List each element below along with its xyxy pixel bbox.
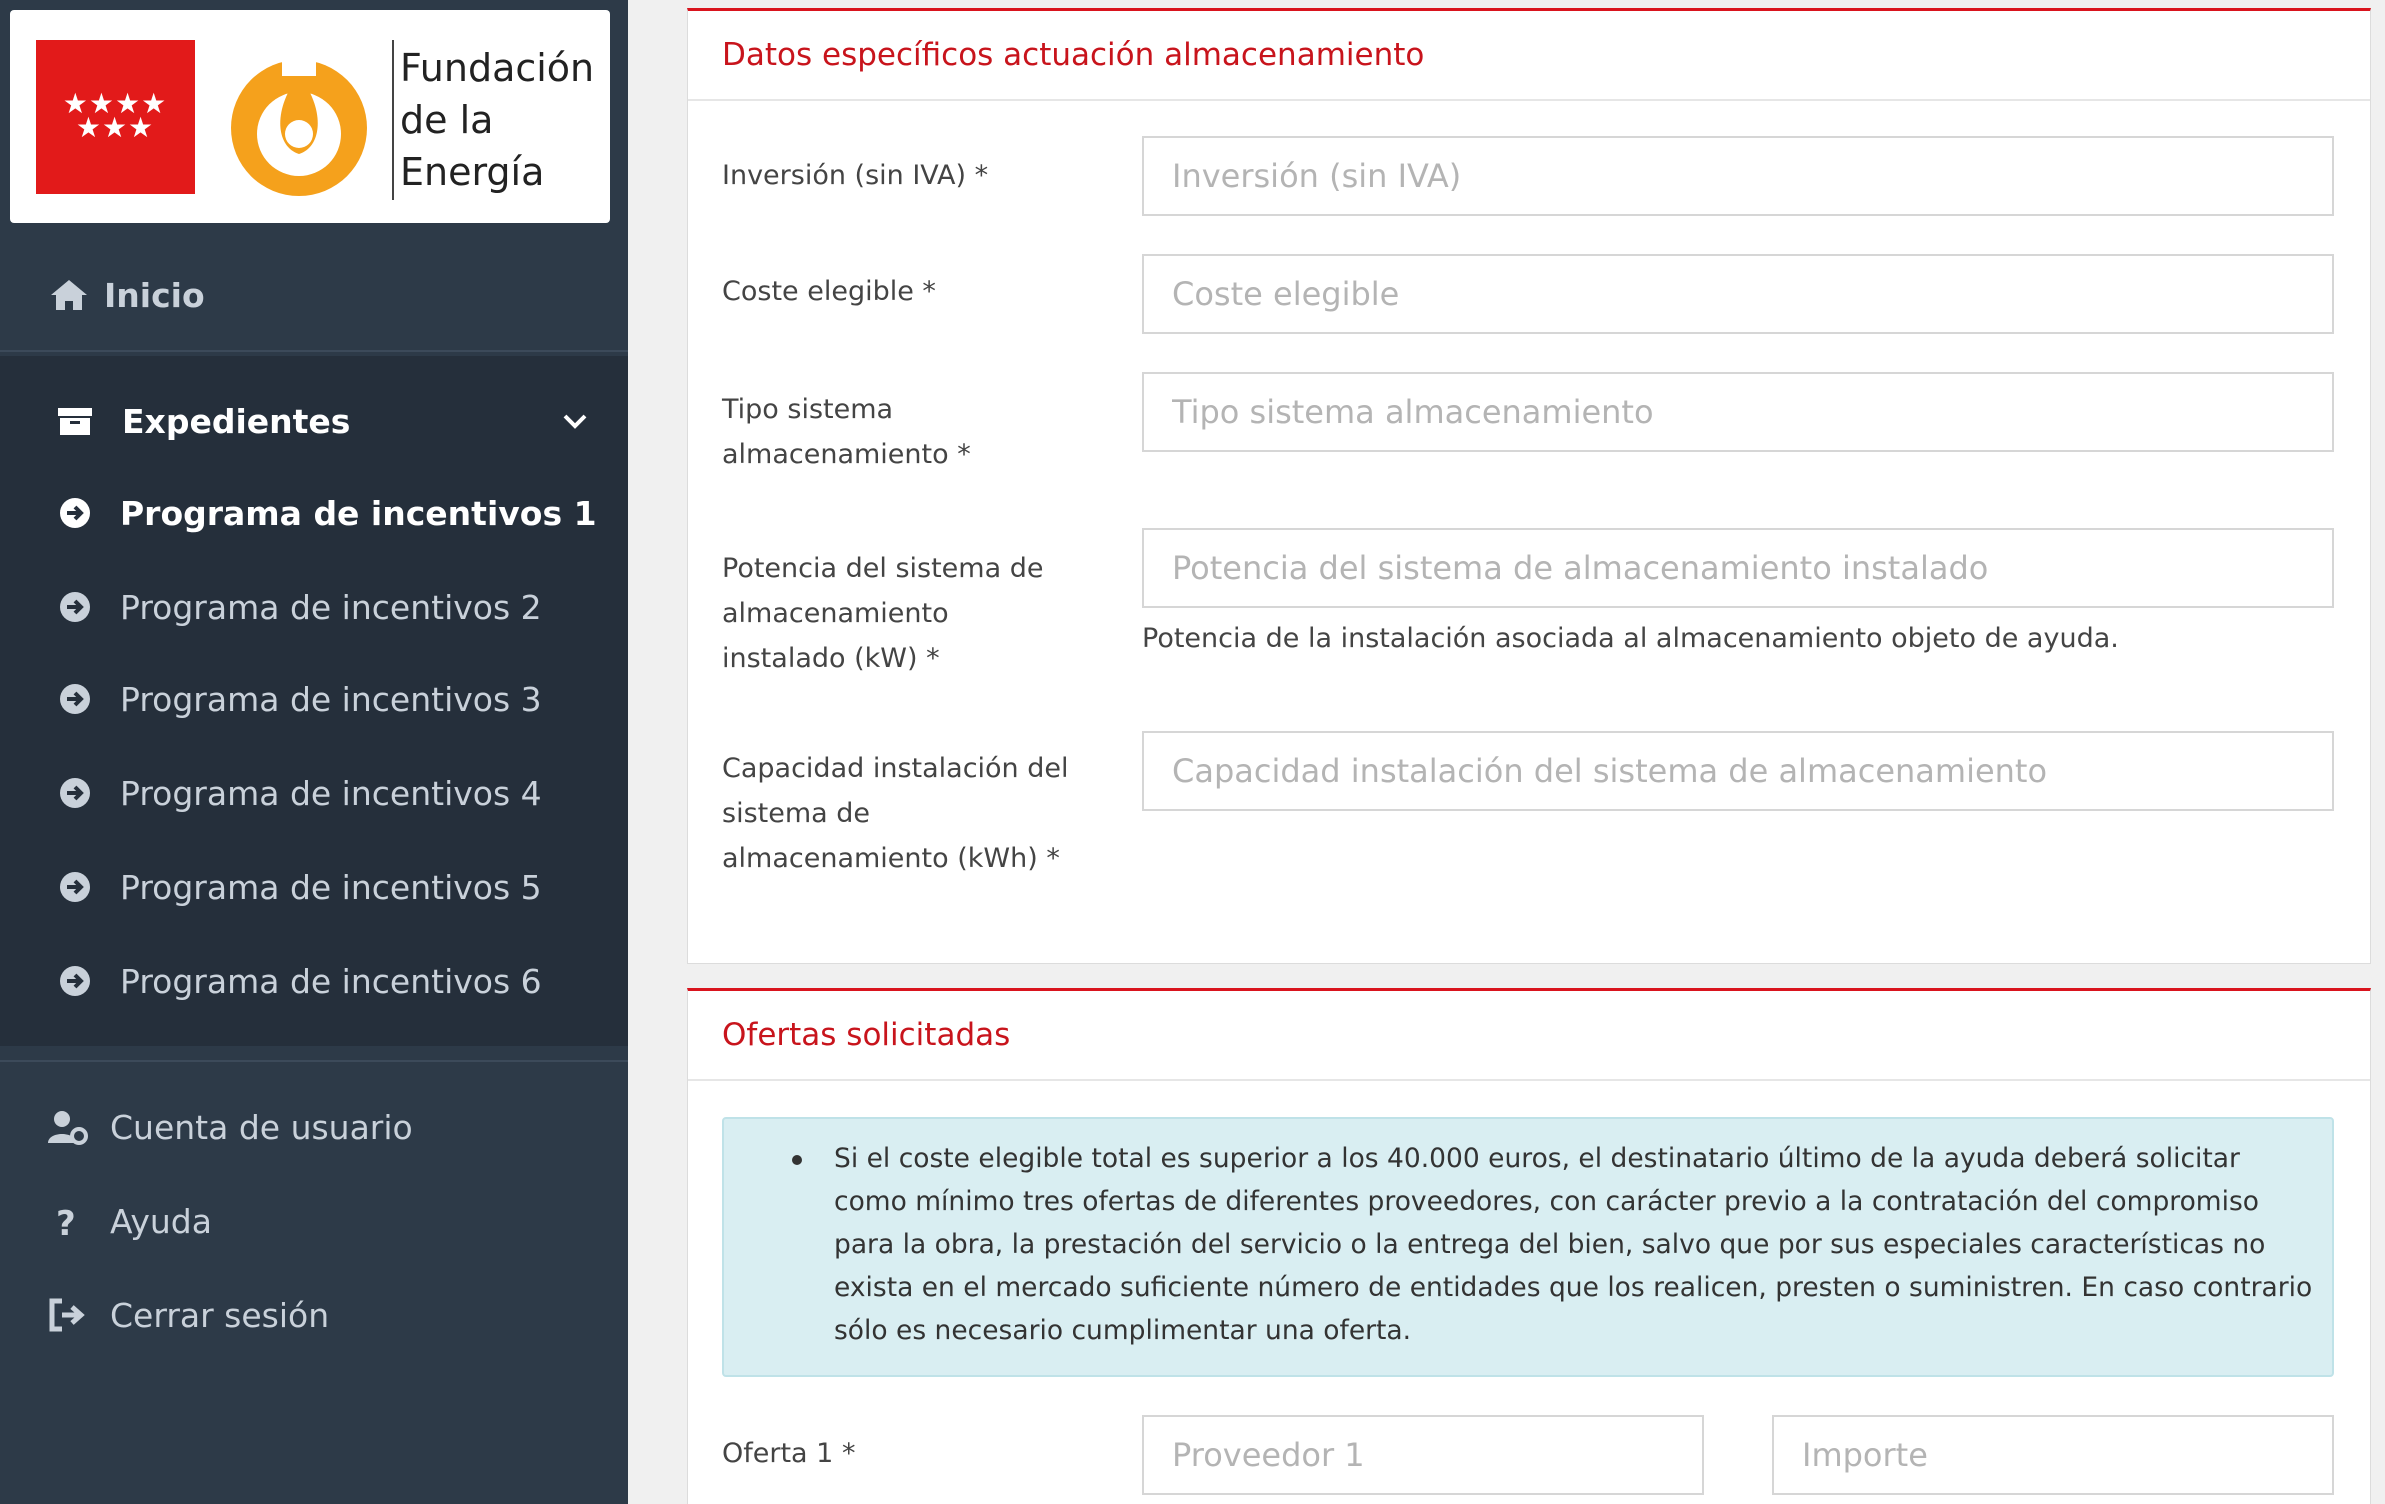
logo-divider [392,40,394,200]
panel-ofertas-solicitadas: Ofertas solicitadas Si el coste elegible… [687,988,2371,1504]
sidebar-item-label: Programa de incentivos 4 [120,773,542,813]
arrow-circle-right-icon [60,966,90,996]
sidebar-item-programa-4[interactable]: Programa de incentivos 4 [0,758,628,828]
panel-header: Ofertas solicitadas [688,991,2370,1081]
field-label-coste-elegible: Coste elegible * [722,276,936,307]
info-alert: Si el coste elegible total es superior a… [722,1117,2334,1377]
sidebar-group-expedientes: Expedientes Programa de incentivos 1 Pro… [0,356,628,1046]
sidebar-item-programa-3[interactable]: Programa de incentivos 3 [0,664,628,734]
field-label-tipo-sistema: Tipo sistema almacenamiento * [722,387,1082,477]
sidebar-item-expedientes[interactable]: Expedientes [0,386,628,456]
coste-elegible-input[interactable] [1142,254,2334,334]
sidebar-item-programa-5[interactable]: Programa de incentivos 5 [0,852,628,922]
sidebar-item-label: Cuenta de usuario [110,1107,413,1147]
main-content: Datos específicos actuación almacenamien… [628,0,2385,1504]
arrow-circle-right-icon [60,778,90,808]
flag-stars: ★★★★ ★★★ [62,87,168,144]
sidebar-item-inicio[interactable]: Inicio [0,240,628,352]
field-label-line: almacenamiento [722,598,949,629]
sidebar-item-label: Cerrar sesión [110,1295,330,1335]
field-label-line: sistema de [722,798,871,829]
proveedor-1-input[interactable] [1142,1415,1704,1495]
field-label-line: almacenamiento * [722,439,971,470]
info-alert-text: Si el coste elegible total es superior a… [834,1143,2313,1346]
brand-logo[interactable]: ★★★★ ★★★ Fundación de la Energía [10,10,610,223]
sidebar-item-label: Expedientes [122,401,351,441]
chevron-down-icon [563,414,587,429]
user-cog-icon [48,1111,88,1145]
field-label-inversion: Inversión (sin IVA) * [722,160,989,191]
sidebar-item-cerrar-sesion[interactable]: Cerrar sesión [0,1280,628,1350]
field-label-line: Capacidad instalación del [722,753,1069,784]
capacidad-input[interactable] [1142,731,2334,811]
logo-line-2: de la [400,98,494,142]
app-window: ★★★★ ★★★ Fundación de la Energía Inicio [0,0,2385,1504]
sidebar-item-label: Programa de incentivos 5 [120,867,542,907]
arrow-circle-right-icon [60,592,90,622]
sidebar: ★★★★ ★★★ Fundación de la Energía Inicio [0,0,628,1504]
sidebar-item-label: Programa de incentivos 3 [120,679,542,719]
sidebar-item-programa-6[interactable]: Programa de incentivos 6 [0,946,628,1016]
logo-line-1: Fundación [400,46,595,90]
sidebar-item-programa-1[interactable]: Programa de incentivos 1 [0,478,628,548]
arrow-circle-right-icon [60,498,90,528]
inversion-input[interactable] [1142,136,2334,216]
archive-icon [58,408,92,435]
tipo-sistema-input[interactable] [1142,372,2334,452]
potencia-input[interactable] [1142,528,2334,608]
home-icon [51,280,87,310]
field-label-line: Tipo sistema [722,394,894,425]
field-label-oferta-1: Oferta 1 * [722,1438,856,1469]
question-icon: ? [56,1204,76,1239]
importe-1-input[interactable] [1772,1415,2334,1495]
panel-title: Datos específicos actuación almacenamien… [722,37,1425,73]
sidebar-bottom-menu: Cuenta de usuario ? Ayuda Cerrar sesión [0,1060,628,1335]
arrow-circle-right-icon [60,872,90,902]
panel-title: Ofertas solicitadas [722,1017,1011,1053]
logo-text: Fundación de la Energía [400,42,594,198]
panel-header: Datos específicos actuación almacenamien… [688,11,2370,101]
arrow-circle-right-icon [60,684,90,714]
sidebar-item-cuenta-usuario[interactable]: Cuenta de usuario [0,1092,628,1162]
sidebar-item-label: Programa de incentivos 1 [120,493,597,533]
foundation-mark-icon [231,46,367,196]
sidebar-item-programa-2[interactable]: Programa de incentivos 2 [0,572,628,642]
community-flag: ★★★★ ★★★ [36,40,195,194]
field-label-line: instalado (kW) * [722,643,940,674]
potencia-help-text: Potencia de la instalación asociada al a… [1142,623,2119,654]
logo-line-3: Energía [400,150,545,194]
svg-text:?: ? [56,1204,76,1239]
field-label-line: Potencia del sistema de [722,553,1044,584]
sidebar-item-label: Programa de incentivos 2 [120,587,542,627]
field-label-capacidad: Capacidad instalación del sistema de alm… [722,746,1082,881]
sign-out-icon [49,1298,85,1332]
panel-datos-almacenamiento: Datos específicos actuación almacenamien… [687,8,2371,964]
sidebar-item-ayuda[interactable]: ? Ayuda [0,1186,628,1256]
field-label-line: almacenamiento (kWh) * [722,843,1060,874]
bullet-icon [792,1155,802,1165]
sidebar-item-label: Ayuda [110,1201,212,1241]
sidebar-item-label: Programa de incentivos 6 [120,961,542,1001]
field-label-potencia: Potencia del sistema de almacenamiento i… [722,546,1082,681]
sidebar-item-label: Inicio [104,275,205,315]
